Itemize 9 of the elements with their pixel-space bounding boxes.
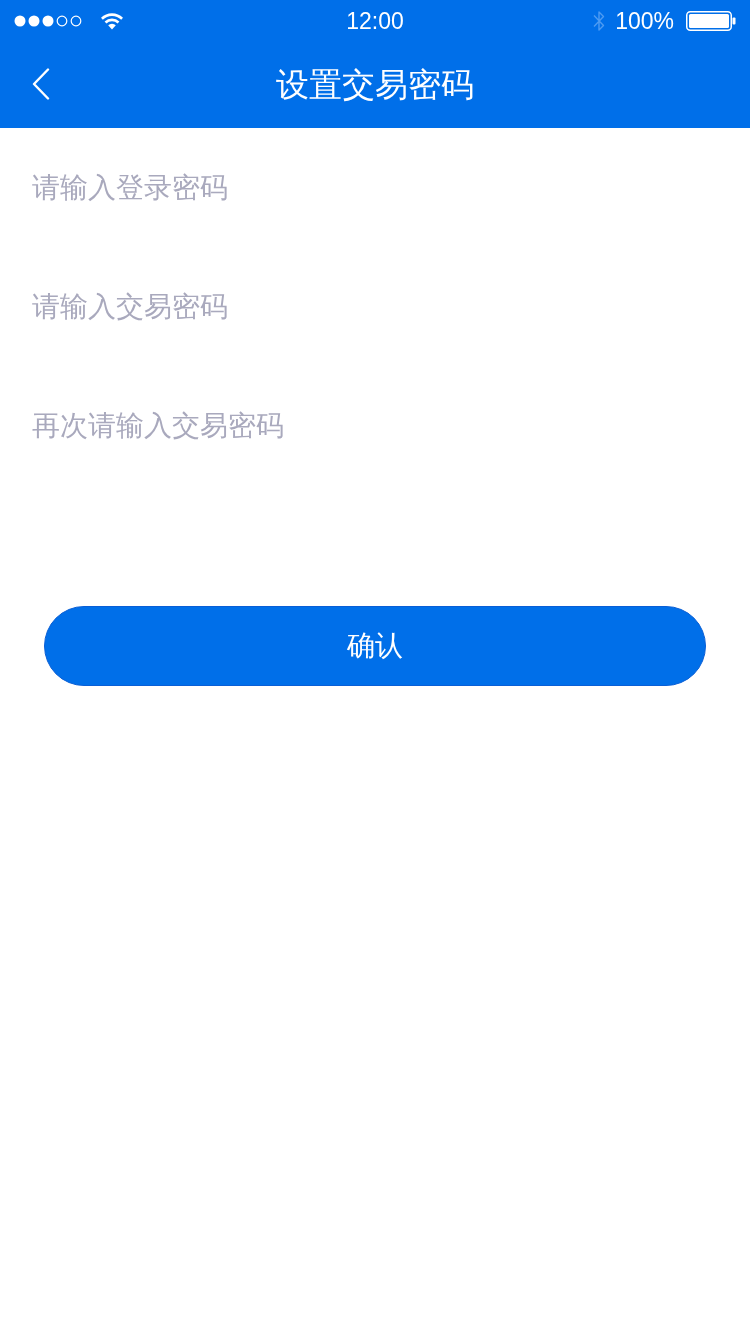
- status-time: 12:00: [346, 9, 404, 33]
- battery-icon: [686, 11, 736, 31]
- back-chevron-icon: [32, 68, 50, 100]
- wifi-icon: [100, 12, 124, 30]
- battery-percentage: 100%: [615, 9, 674, 33]
- page-title: 设置交易密码: [276, 67, 474, 101]
- confirm-button[interactable]: 确认: [44, 606, 706, 686]
- bluetooth-icon: [593, 9, 606, 33]
- signal-strength-icon: [14, 15, 82, 27]
